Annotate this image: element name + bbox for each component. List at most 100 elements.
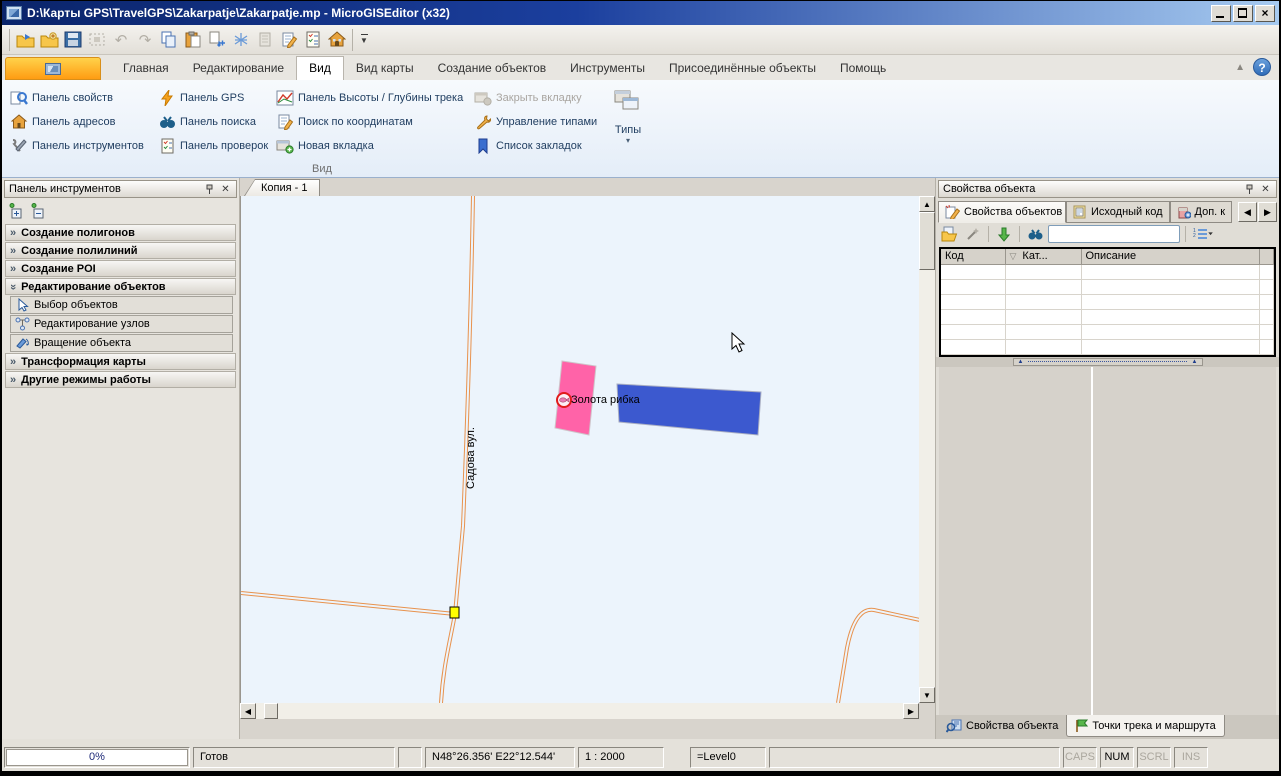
scroll-down-icon[interactable]: ▼ [919, 687, 935, 703]
redo-icon[interactable]: ↷ [133, 28, 157, 52]
map-tab-kopiya-1[interactable]: Копия - 1 [245, 180, 319, 196]
ribbon-item-manage-types[interactable]: Управление типами [472, 110, 600, 134]
ribbon-item-addresses-panel[interactable]: Панель адресов [8, 110, 156, 134]
table-row[interactable] [941, 309, 1274, 324]
close-panel-icon[interactable]: ✕ [219, 183, 232, 196]
map-area: Копия - 1 [240, 178, 935, 739]
category-edit-objects[interactable]: »Редактирование объектов [5, 278, 236, 295]
ribbon-item-search-panel[interactable]: Панель поиска [156, 110, 274, 134]
merge-points-icon[interactable] [229, 28, 253, 52]
category-create-polylines[interactable]: »Создание полилиний [5, 242, 236, 259]
property-grid-left[interactable] [939, 367, 1091, 716]
tab-extra[interactable]: Доп. к [1170, 201, 1232, 223]
minimize-button[interactable] [1211, 5, 1231, 22]
tab-scroll-left-icon[interactable]: ◀ [1238, 202, 1257, 222]
tab-instrumenty[interactable]: Инструменты [558, 57, 657, 80]
table-row[interactable] [941, 324, 1274, 339]
open-properties-icon[interactable] [940, 224, 960, 244]
object-properties-icon [945, 205, 960, 219]
status-scale: 1 : 2000 [578, 747, 664, 768]
undo-icon[interactable]: ↶ [109, 28, 133, 52]
expand-all-icon[interactable] [8, 202, 26, 220]
bottom-tab-object-properties[interactable]: Свойства объекта [938, 715, 1066, 737]
import-map-icon[interactable] [37, 28, 61, 52]
ribbon-item-tools-panel[interactable]: Панель инструментов [8, 134, 156, 158]
types-button[interactable]: Типы ▾ [608, 86, 648, 158]
category-other-modes[interactable]: »Другие режимы работы [5, 371, 236, 388]
column-header-opisanie[interactable]: Описание [1081, 249, 1259, 264]
scroll-up-icon[interactable]: ▲ [919, 196, 935, 212]
ribbon-item-bookmarks-list[interactable]: Список закладок [472, 134, 600, 158]
category-create-polygons[interactable]: »Создание полигонов [5, 224, 236, 241]
vertical-scroll-thumb[interactable] [919, 212, 935, 270]
help-button[interactable]: ? [1253, 58, 1271, 76]
list-view-icon[interactable]: 12 [1191, 224, 1217, 244]
column-header-kod[interactable]: Код [941, 249, 1005, 264]
restore-button[interactable] [1233, 5, 1253, 22]
objects-table[interactable]: Код ▽Кат... Описание [939, 247, 1276, 357]
tool-edit-nodes[interactable]: Редактирование узлов [10, 315, 233, 333]
panel-splitter[interactable]: ▲▲ [936, 357, 1279, 367]
tab-object-properties[interactable]: Свойства объектов [938, 201, 1066, 223]
ribbon-item-checks-panel[interactable]: Панель проверок [156, 134, 274, 158]
home-icon[interactable] [325, 28, 349, 52]
ribbon-item-coordinate-search[interactable]: Поиск по координатам [274, 110, 472, 134]
map-canvas[interactable]: Садова вул. Золота рибка [240, 196, 919, 703]
tab-vid[interactable]: Вид [296, 56, 344, 80]
column-header-kat[interactable]: ▽Кат... [1005, 249, 1081, 264]
table-row[interactable] [941, 294, 1274, 309]
category-create-poi[interactable]: »Создание POI [5, 260, 236, 277]
find-icon[interactable] [1025, 224, 1045, 244]
tab-source-code[interactable]: Исходный код [1066, 201, 1170, 223]
pin-icon[interactable] [1243, 183, 1256, 196]
tab-prisoedinennye-obekty[interactable]: Присоединённые объекты [657, 57, 828, 80]
ribbon-item-new-tab[interactable]: Новая вкладка [274, 134, 472, 158]
table-row[interactable] [941, 264, 1274, 279]
close-button[interactable]: × [1255, 5, 1275, 22]
ribbon-item-track-elevation-panel[interactable]: Панель Высоты / Глубины трека [274, 86, 472, 110]
property-grid-right[interactable] [1093, 367, 1276, 716]
table-row[interactable] [941, 339, 1274, 354]
application-menu-button[interactable] [5, 57, 101, 80]
ribbon-item-gps-panel[interactable]: Панель GPS [156, 86, 274, 110]
object-search-input[interactable] [1048, 225, 1180, 243]
table-row[interactable] [941, 279, 1274, 294]
pin-icon[interactable] [203, 183, 216, 196]
app-window: D:\Карты GPS\TravelGPS\Zakarpatje\Zakarp… [0, 0, 1281, 776]
edit-source-icon[interactable] [277, 28, 301, 52]
toolbar-options-icon[interactable]: ▼ [356, 29, 372, 51]
tab-scroll-right-icon[interactable]: ▶ [1258, 202, 1277, 222]
selection-icon[interactable] [85, 28, 109, 52]
close-panel-icon[interactable]: ✕ [1259, 183, 1272, 196]
scroll-left-icon[interactable]: ◀ [240, 703, 256, 719]
collapse-all-icon[interactable] [30, 202, 48, 220]
object-properties-search-icon [946, 719, 962, 733]
arrow-down-icon[interactable] [994, 224, 1014, 244]
report-icon[interactable] [253, 28, 277, 52]
select-objects-icon [14, 298, 31, 313]
tab-vid-karty[interactable]: Вид карты [344, 57, 426, 80]
horizontal-scrollbar[interactable]: ◀ ▶ [240, 703, 919, 719]
tab-redaktirovanie[interactable]: Редактирование [181, 57, 296, 80]
ribbon-item-properties-panel[interactable]: Панель свойств [8, 86, 156, 110]
tool-rotate-object[interactable]: Вращение объекта [10, 334, 233, 352]
scroll-right-icon[interactable]: ▶ [903, 703, 919, 719]
checklist-icon[interactable] [301, 28, 325, 52]
category-map-transformation[interactable]: »Трансформация карты [5, 353, 236, 370]
paste-icon[interactable] [181, 28, 205, 52]
bottom-tab-track-points[interactable]: Точки трека и маршрута [1066, 715, 1224, 737]
paste-coordinates-icon[interactable] [205, 28, 229, 52]
vertical-scrollbar[interactable]: ▲ ▼ [919, 196, 935, 703]
ribbon-item-close-tab[interactable]: Закрыть вкладку [472, 86, 600, 110]
save-icon[interactable] [61, 28, 85, 52]
horizontal-scroll-thumb[interactable] [264, 703, 278, 719]
open-map-icon[interactable] [13, 28, 37, 52]
tab-glavnaya[interactable]: Главная [111, 57, 181, 80]
tool-select-objects[interactable]: Выбор объектов [10, 296, 233, 314]
copy-icon[interactable] [157, 28, 181, 52]
magic-wand-icon[interactable] [963, 224, 983, 244]
tab-sozdanie-obektov[interactable]: Создание объектов [426, 57, 559, 80]
tab-pomosch[interactable]: Помощь [828, 57, 898, 80]
track-points-icon [1075, 719, 1088, 733]
collapse-ribbon-icon[interactable]: ▲ [1235, 62, 1245, 73]
